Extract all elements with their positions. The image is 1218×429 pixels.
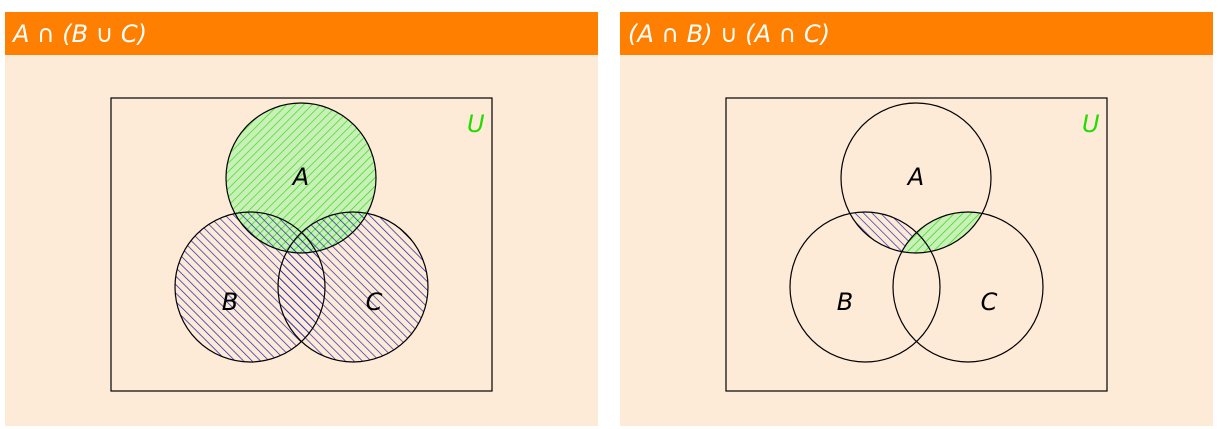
venn-panel-left: A ∩ (B ∪ C) U A B C: [5, 12, 598, 426]
set-b-label: B: [222, 288, 238, 316]
universe-label: U: [467, 110, 485, 138]
panel-header: (A ∩ B) ∪ (A ∩ C): [620, 12, 1213, 55]
set-b-label: B: [837, 288, 853, 316]
panel-title: A ∩ (B ∪ C): [13, 20, 148, 48]
universe-label: U: [1082, 110, 1100, 138]
venn-diagram: U A B C: [110, 97, 493, 392]
set-a-label: A: [906, 163, 924, 191]
panel-header: A ∩ (B ∪ C): [5, 12, 598, 55]
venn-panel-right: (A ∩ B) ∪ (A ∩ C) U A B C: [620, 12, 1213, 426]
set-c-label: C: [366, 288, 383, 316]
a-and-c-hatch: [893, 212, 991, 253]
venn-diagram: U A B C: [725, 97, 1108, 392]
set-a-label: A: [291, 163, 309, 191]
set-c-hatch: [278, 212, 428, 362]
panel-title: (A ∩ B) ∪ (A ∩ C): [628, 20, 830, 48]
set-c-label: C: [981, 288, 998, 316]
